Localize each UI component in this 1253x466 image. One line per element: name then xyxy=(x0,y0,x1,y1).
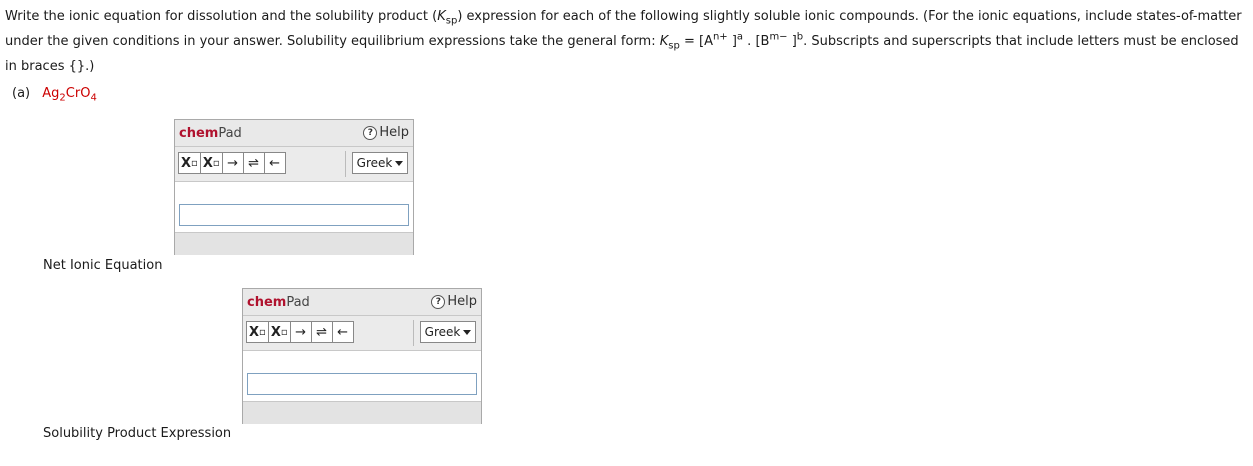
equilibrium-arrow-button[interactable]: ⇌ xyxy=(242,152,265,174)
solubility-input[interactable] xyxy=(247,373,477,395)
superscript-button[interactable]: X ▫ xyxy=(267,321,291,343)
compound-formula: Ag2CrO4 xyxy=(42,86,97,104)
chempad-header: chemPad ? Help xyxy=(175,120,413,147)
chempad-body xyxy=(175,182,413,233)
chempad-footer xyxy=(243,402,481,424)
ksp-subscript: sp xyxy=(445,15,458,27)
chempad-footer xyxy=(175,233,413,255)
ksp-subscript-2: sp xyxy=(668,40,680,52)
instructions-text-6: ] xyxy=(787,34,797,49)
chempad-body xyxy=(243,351,481,402)
part-a-header: (a) Ag2CrO4 xyxy=(12,86,97,104)
net-ionic-input[interactable] xyxy=(179,204,409,226)
equilibrium-arrow-button[interactable]: ⇌ xyxy=(310,321,333,343)
toolbar-divider xyxy=(345,151,346,177)
chempad-header: chemPad ? Help xyxy=(243,289,481,316)
chempad-solubility: chemPad ? Help X ▫ X ▫ → ⇌ ← Greek xyxy=(242,288,482,424)
help-icon: ? xyxy=(431,294,446,309)
chevron-down-icon xyxy=(463,329,472,335)
instructions-text-4: ] xyxy=(727,34,737,49)
superscript-button[interactable]: X ▫ xyxy=(199,152,223,174)
reaction-arrow-button[interactable]: → xyxy=(289,321,312,343)
toolbar-divider xyxy=(413,320,414,346)
help-icon: ? xyxy=(363,125,378,140)
reaction-arrow-button[interactable]: → xyxy=(221,152,244,174)
subscript-button[interactable]: X ▫ xyxy=(246,321,269,343)
chempad-toolbar: X ▫ X ▫ → ⇌ ← Greek xyxy=(243,316,481,351)
net-ionic-label: Net Ionic Equation xyxy=(43,258,163,273)
part-label: (a) xyxy=(12,86,31,101)
charge-m-minus: m− xyxy=(769,31,788,43)
help-button[interactable]: ? Help xyxy=(363,125,409,140)
ksp-symbol: K xyxy=(437,9,446,24)
ksp-symbol-2: K xyxy=(659,34,669,49)
solubility-label: Solubility Product Expression xyxy=(43,426,232,441)
chempad-net-ionic: chemPad ? Help X ▫ X ▫ → ⇌ ← Greek xyxy=(174,119,414,255)
left-arrow-button[interactable]: ← xyxy=(331,321,354,343)
greek-dropdown[interactable]: Greek xyxy=(352,152,408,174)
charge-n-plus: n+ xyxy=(712,31,728,43)
greek-dropdown[interactable]: Greek xyxy=(420,321,476,343)
instructions-text-5: . [B xyxy=(743,34,770,49)
chempad-title: chemPad xyxy=(179,126,242,141)
subscript-button[interactable]: X ▫ xyxy=(178,152,201,174)
chevron-down-icon xyxy=(395,160,404,166)
instructions: Write the ionic equation for dissolution… xyxy=(5,4,1249,79)
chempad-toolbar: X ▫ X ▫ → ⇌ ← Greek xyxy=(175,147,413,182)
left-arrow-button[interactable]: ← xyxy=(263,152,286,174)
help-button[interactable]: ? Help xyxy=(431,294,477,309)
instructions-text-3: = [A xyxy=(679,34,713,49)
instructions-text-1: Write the ionic equation for dissolution… xyxy=(5,9,438,24)
chempad-title: chemPad xyxy=(247,295,310,310)
